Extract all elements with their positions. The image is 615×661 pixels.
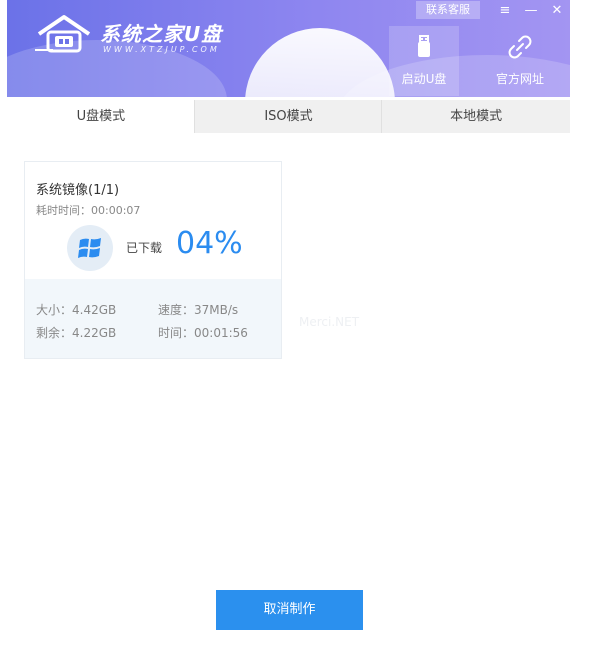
app-window: 系统之家U盘 WWW.XTZJUP.COM 联系客服 ≡ — ✕ 启动U盘 官方… <box>7 0 570 661</box>
stat-time: 时间：00:01:56 <box>158 326 248 340</box>
cancel-creation-button[interactable]: 取消制作 <box>216 590 363 630</box>
task-card-header: 系统镜像(1/1) 耗时时间：00:00:07 已下载 04% <box>25 162 281 279</box>
nav-official-site[interactable]: 官方网址 <box>485 26 555 96</box>
header: 系统之家U盘 WWW.XTZJUP.COM 联系客服 ≡ — ✕ 启动U盘 官方… <box>7 0 570 97</box>
tab-label: ISO模式 <box>264 109 313 124</box>
minimize-icon[interactable]: — <box>518 3 544 18</box>
tab-label: U盘模式 <box>76 109 126 124</box>
nav-boot-usb[interactable]: 启动U盘 <box>389 26 459 96</box>
task-title: 系统镜像(1/1) <box>36 183 120 198</box>
elapsed-time: 耗时时间：00:00:07 <box>36 204 141 217</box>
contact-support-button[interactable]: 联系客服 <box>416 1 480 19</box>
stat-size: 大小：4.42GB <box>36 303 117 317</box>
usb-drive-icon <box>418 35 430 57</box>
tab-label: 本地模式 <box>450 109 503 124</box>
nav-label: 官方网址 <box>495 72 544 86</box>
nav-label: 启动U盘 <box>401 72 447 86</box>
downloaded-label: 已下载 <box>126 241 163 255</box>
brand-url: WWW.XTZJUP.COM <box>103 45 220 54</box>
watermark: Merci.NET <box>299 315 360 329</box>
mode-tabs: U盘模式 ISO模式 本地模式 <box>7 100 570 133</box>
brand-title: 系统之家U盘 <box>100 22 223 46</box>
title-bar-controls: 联系客服 ≡ — ✕ <box>416 0 570 20</box>
tab-usb-mode[interactable]: U盘模式 <box>7 100 195 133</box>
header-sun-decoration <box>245 28 395 97</box>
tab-local-mode[interactable]: 本地模式 <box>382 100 570 133</box>
menu-icon[interactable]: ≡ <box>492 3 518 18</box>
close-icon[interactable]: ✕ <box>544 3 570 18</box>
stat-remaining: 剩余：4.22GB <box>36 326 117 340</box>
stat-speed: 速度：37MB/s <box>158 303 239 317</box>
house-logo-icon <box>35 15 91 53</box>
task-stats: 大小：4.42GB 速度：37MB/s 剩余：4.22GB 时间：00:01:5… <box>25 279 281 358</box>
task-card: 系统镜像(1/1) 耗时时间：00:00:07 已下载 04% 大小：4.42G… <box>24 161 282 359</box>
tab-iso-mode[interactable]: ISO模式 <box>195 100 383 133</box>
link-icon <box>508 35 532 59</box>
windows-logo-icon <box>67 225 113 271</box>
download-percent: 04% <box>176 226 243 261</box>
